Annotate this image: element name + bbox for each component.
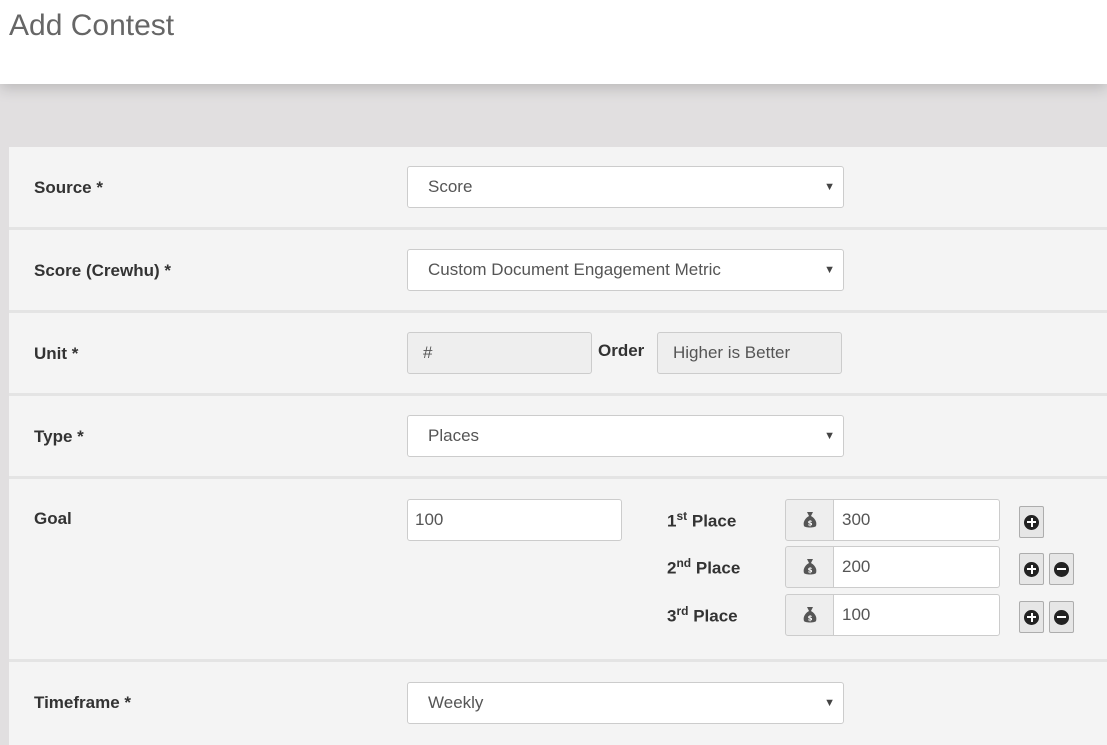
prize-input-1[interactable]: 300 [833, 499, 1000, 541]
place-label-1: 1st Place [667, 509, 737, 531]
svg-text:$: $ [807, 567, 812, 575]
chevron-down-icon: ▼ [824, 264, 835, 276]
place-label-2: 2nd Place [667, 556, 741, 578]
source-select[interactable]: Score ▼ [407, 166, 844, 208]
unit-field: # [407, 332, 592, 374]
chevron-down-icon: ▼ [824, 697, 835, 709]
source-row: Source * Score ▼ [9, 147, 1107, 230]
goal-input[interactable]: 100 [407, 499, 622, 541]
score-select-value: Custom Document Engagement Metric [428, 260, 721, 279]
source-select-value: Score [428, 177, 473, 196]
score-label: Score (Crewhu) * [34, 261, 171, 280]
add-place-button-2[interactable] [1019, 553, 1044, 585]
timeframe-label: Timeframe * [34, 693, 132, 712]
remove-place-button-2[interactable] [1049, 553, 1074, 585]
money-bag-icon: $ [785, 546, 834, 588]
prize-input-2[interactable]: 200 [833, 546, 1000, 588]
timeframe-select[interactable]: Weekly ▼ [407, 682, 844, 724]
goal-row: Goal 100 1st Place $ 300 2nd Place $ 200… [9, 479, 1107, 662]
prize-input-3[interactable]: 100 [833, 594, 1000, 636]
timeframe-row: Timeframe * Weekly ▼ [9, 662, 1107, 745]
place-label-3: 3rd Place [667, 604, 738, 626]
order-field: Higher is Better [657, 332, 842, 374]
type-row: Type * Places ▼ [9, 396, 1107, 479]
add-place-button-1[interactable] [1019, 506, 1044, 538]
minus-circle-icon [1054, 609, 1069, 625]
goal-label: Goal [34, 509, 72, 528]
svg-text:$: $ [807, 615, 812, 623]
page-header: Add Contest [0, 0, 1107, 84]
type-select[interactable]: Places ▼ [407, 415, 844, 457]
type-label: Type * [34, 427, 84, 446]
chevron-down-icon: ▼ [824, 430, 835, 442]
plus-circle-icon [1024, 609, 1039, 625]
timeframe-select-value: Weekly [428, 693, 484, 712]
money-bag-icon: $ [785, 499, 834, 541]
chevron-down-icon: ▼ [824, 181, 835, 193]
remove-place-button-3[interactable] [1049, 601, 1074, 633]
contest-form: Source * Score ▼ Score (Crewhu) * Custom… [9, 147, 1107, 745]
type-select-value: Places [428, 426, 480, 445]
minus-circle-icon [1054, 561, 1069, 577]
plus-circle-icon [1024, 514, 1039, 530]
score-select[interactable]: Custom Document Engagement Metric ▼ [407, 249, 844, 291]
unit-label: Unit * [34, 344, 79, 363]
money-bag-icon: $ [785, 594, 834, 636]
svg-text:$: $ [807, 520, 812, 528]
score-row: Score (Crewhu) * Custom Document Engagem… [9, 230, 1107, 313]
unit-row: Unit * # Order Higher is Better [9, 313, 1107, 396]
plus-circle-icon [1024, 561, 1039, 577]
page-title: Add Contest [9, 9, 175, 42]
add-place-button-3[interactable] [1019, 601, 1044, 633]
source-label: Source * [34, 178, 103, 197]
order-label: Order [598, 341, 645, 360]
